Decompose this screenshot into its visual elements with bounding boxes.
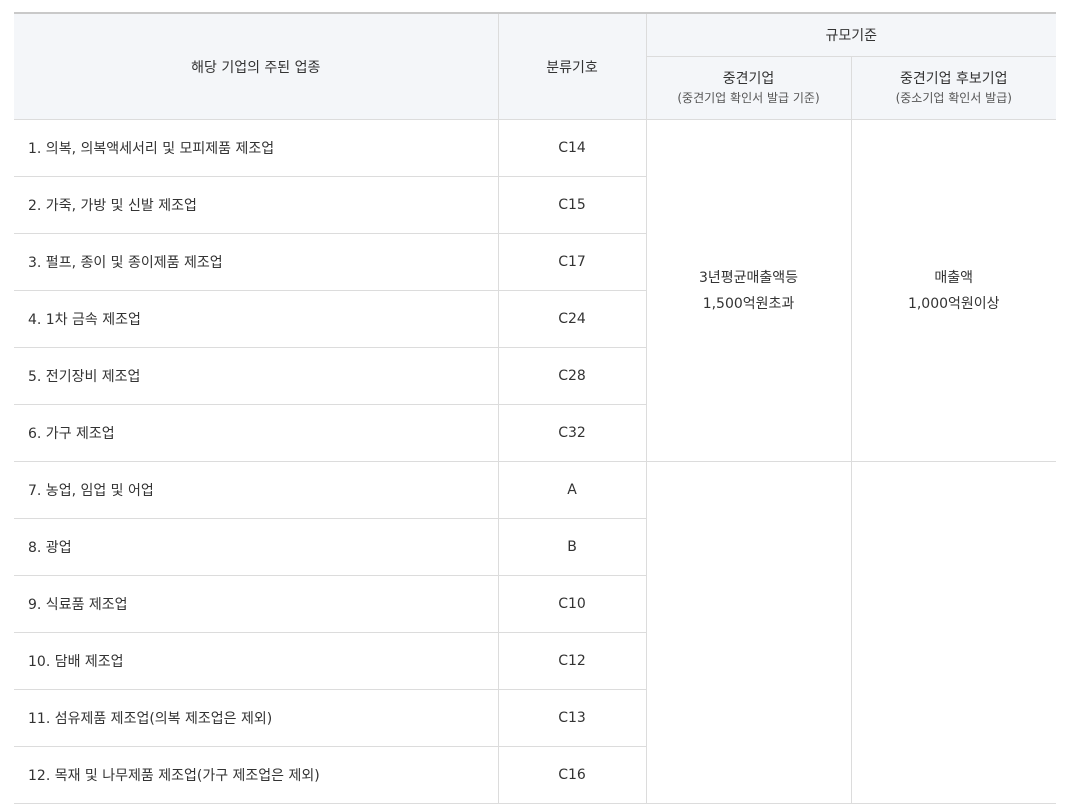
industry-cell: 11. 섬유제품 제조업(의복 제조업은 제외) <box>14 689 499 747</box>
midsize-criteria-cell <box>645 461 852 804</box>
table-row: 1. 의복, 의복액세서리 및 모피제품 제조업 C14 3년평균매출액등 1,500… <box>14 119 1056 462</box>
candidate-criteria-cell-line: 1,000억원이상 <box>907 295 1000 312</box>
code-cell: C28 <box>497 347 646 405</box>
header-code: 분류기호 <box>497 12 647 120</box>
candidate-criteria-cell <box>850 461 1056 804</box>
header-candidate-title: 중견기업 후보기업 <box>900 71 1008 87</box>
midsize-criteria-cell-line: 3년평균매출액등 <box>698 269 799 286</box>
industry-cell: 7. 농업, 임업 및 어업 <box>14 461 499 519</box>
industry-cell: 3. 펄프, 종이 및 종이제품 제조업 <box>14 233 499 291</box>
code-cell: C32 <box>497 404 646 462</box>
header-candidate-note: (중소기업 확인서 발급) <box>895 91 1012 105</box>
candidate-criteria-cell-line: 매출액 <box>934 269 974 286</box>
header-midsize: 중견기업 (중견기업 확인서 발급 기준) <box>646 56 852 120</box>
header-scale-group: 규모기준 <box>645 12 1056 57</box>
candidate-criteria-cell: 매출액 1,000억원이상 <box>850 119 1056 462</box>
code-cell: C15 <box>497 176 646 234</box>
code-cell: C10 <box>497 575 646 633</box>
table-body: 1. 의복, 의복액세서리 및 모피제품 제조업 C14 3년평균매출액등 1,500… <box>14 119 1056 804</box>
industry-cell: 6. 가구 제조업 <box>14 404 499 462</box>
code-cell: C12 <box>497 632 646 690</box>
industry-cell: 9. 식료품 제조업 <box>14 575 499 633</box>
industry-cell: 1. 의복, 의복액세서리 및 모피제품 제조업 <box>14 119 499 177</box>
industry-cell: 10. 담배 제조업 <box>14 632 499 690</box>
code-cell: C16 <box>497 746 646 804</box>
industry-cell: 12. 목재 및 나무제품 제조업(가구 제조업은 제외) <box>14 746 499 804</box>
header-midsize-title: 중견기업 <box>722 71 775 87</box>
code-cell: B <box>497 518 646 576</box>
code-cell: C14 <box>497 119 647 177</box>
industry-cell: 4. 1차 금속 제조업 <box>14 290 499 348</box>
header-midsize-note: (중견기업 확인서 발급 기준) <box>677 91 820 105</box>
midsize-criteria-cell-line: 1,500억원초과 <box>702 295 795 312</box>
industry-cell: 5. 전기장비 제조업 <box>14 347 499 405</box>
criteria-table: 해당 기업의 주된 업종 분류기호 규모기준 중견기업 (중견기업 확인서 발급… <box>14 12 1056 804</box>
midsize-criteria-cell: 3년평균매출액등 1,500억원초과 <box>645 119 852 462</box>
table-row: 7. 농업, 임업 및 어업 A <box>14 461 1056 804</box>
header-industry: 해당 기업의 주된 업종 <box>14 12 499 120</box>
code-cell: C13 <box>497 689 646 747</box>
industry-cell: 2. 가죽, 가방 및 신발 제조업 <box>14 176 499 234</box>
industry-cell: 8. 광업 <box>14 518 499 576</box>
code-cell: C24 <box>497 290 646 348</box>
code-cell: A <box>497 461 647 519</box>
header-candidate: 중견기업 후보기업 (중소기업 확인서 발급) <box>850 56 1056 120</box>
code-cell: C17 <box>497 233 646 291</box>
